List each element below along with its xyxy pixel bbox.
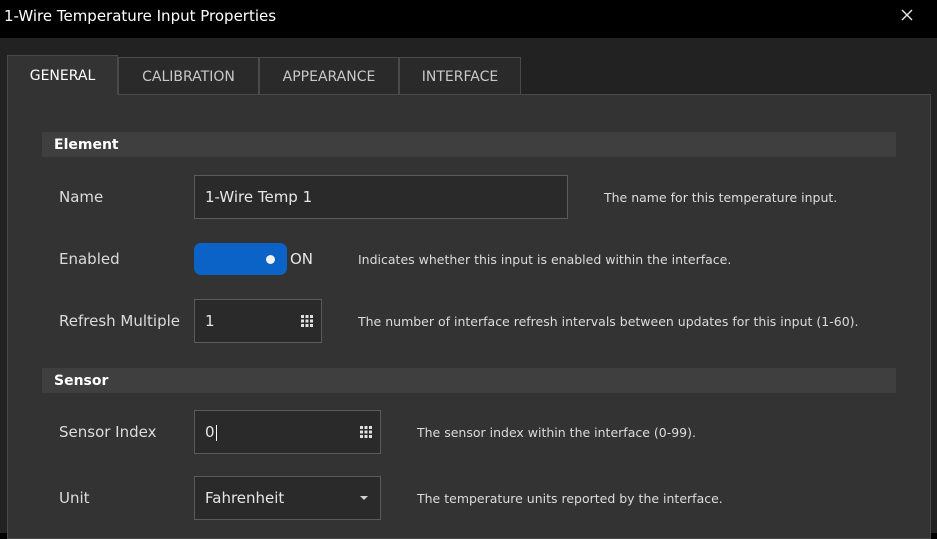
enabled-label: Enabled [59, 250, 120, 268]
sensor-index-value: 0 [205, 423, 215, 441]
tab-label: INTERFACE [421, 68, 499, 85]
tab-general[interactable]: GENERAL [7, 55, 118, 95]
keypad-grid-icon[interactable] [301, 315, 313, 327]
section-header-element: Element [42, 132, 896, 157]
window-title: 1-Wire Temperature Input Properties [4, 7, 277, 25]
unit-label: Unit [59, 489, 90, 507]
sensor-index-help: The sensor index within the interface (0… [417, 425, 696, 440]
tab-appearance[interactable]: APPEARANCE [259, 57, 399, 95]
name-help: The name for this temperature input. [604, 190, 838, 205]
sensor-index-stepper[interactable]: 0 [194, 410, 381, 454]
tab-calibration[interactable]: CALIBRATION [118, 57, 259, 95]
enabled-toggle[interactable] [194, 243, 287, 275]
unit-help: The temperature units reported by the in… [417, 491, 723, 506]
unit-value: Fahrenheit [205, 489, 285, 507]
name-input[interactable]: 1-Wire Temp 1 [194, 175, 568, 219]
enabled-help: Indicates whether this input is enabled … [358, 252, 732, 267]
unit-select[interactable]: Fahrenheit [194, 476, 381, 520]
name-label: Name [59, 188, 104, 206]
keypad-grid-icon[interactable] [360, 426, 372, 438]
refresh-multiple-help: The number of interface refresh interval… [358, 314, 859, 329]
tab-interface[interactable]: INTERFACE [399, 57, 521, 95]
tab-label: APPEARANCE [282, 68, 376, 85]
enabled-state: ON [290, 250, 314, 268]
chevron-down-icon [360, 496, 368, 500]
tab-label: CALIBRATION [142, 68, 235, 85]
close-icon[interactable] [898, 6, 916, 24]
refresh-multiple-label: Refresh Multiple [59, 312, 180, 330]
tab-label: GENERAL [29, 67, 96, 84]
text-cursor [215, 424, 217, 441]
section-header-sensor: Sensor [42, 368, 896, 393]
sensor-index-label: Sensor Index [59, 423, 157, 441]
title-bar: 1-Wire Temperature Input Properties [0, 0, 937, 38]
toggle-knob [266, 255, 275, 264]
sensor-index-value-wrap: 0 [205, 423, 380, 441]
name-value: 1-Wire Temp 1 [205, 188, 313, 206]
refresh-multiple-stepper[interactable]: 1 [194, 299, 322, 343]
